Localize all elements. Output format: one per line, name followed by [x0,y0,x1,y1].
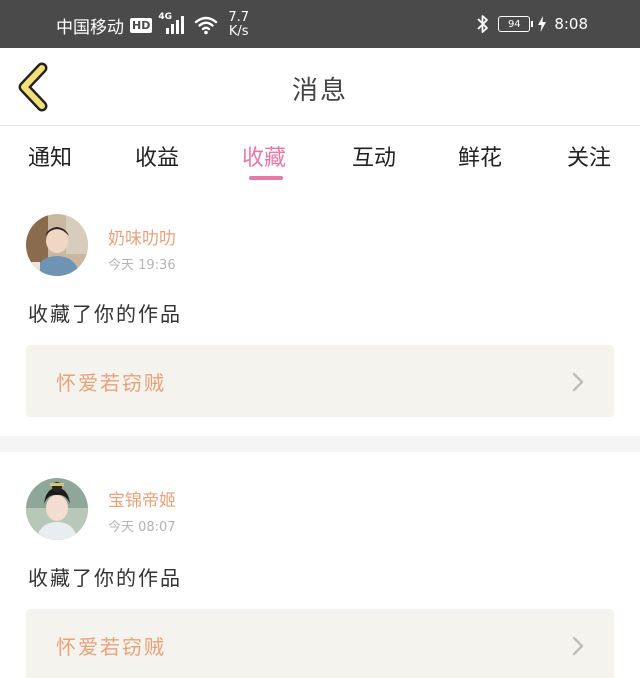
active-tab-indicator [249,176,283,180]
network-speed-unit: K/s [228,24,249,39]
work-title: 怀爱若窃贼 [56,635,166,659]
tab-interactions[interactable]: 互动 [352,140,396,172]
network-speed: 7.7 K/s [228,11,249,39]
work-link[interactable]: 怀爱若窃贼 [26,345,614,417]
carrier-label: 中国移动 [56,17,124,38]
work-title: 怀爱若窃贼 [56,371,166,395]
message-card: 宝锦帝姬 今天 08:07 收藏了你的作品 怀爱若窃贼 [0,452,640,678]
avatar[interactable] [26,478,88,540]
user-name[interactable]: 宝锦帝姬 [108,486,176,511]
hd-icon: HD [130,17,153,33]
action-text: 收藏了你的作品 [28,566,182,590]
tab-notifications[interactable]: 通知 [28,140,72,172]
tab-favorites[interactable]: 收藏 [242,140,286,172]
avatar-image [26,214,88,276]
chevron-right-icon [572,636,584,656]
card-divider [0,436,640,452]
bluetooth-icon [477,15,489,33]
wifi-icon [195,16,218,35]
status-bar-right: 94 8:08 [476,13,588,35]
message-card: 奶味叻叻 今天 19:36 收藏了你的作品 怀爱若窃贼 [0,186,640,436]
page-header: 消息 [0,48,640,126]
signal-icon: 4G [158,12,188,36]
avatar[interactable] [26,214,88,276]
battery-icon: 94 [498,16,534,32]
tab-earnings[interactable]: 收益 [135,140,179,172]
user-name[interactable]: 奶味叻叻 [108,224,176,249]
page-title: 消息 [291,76,348,106]
status-bar: 中国移动 HD 4G 7.7 K/s 94 8:08 [0,0,640,48]
message-tabs: 通知 收益 收藏 互动 鲜花 关注 [0,126,640,186]
message-time: 今天 19:36 [108,258,176,273]
battery-level: 94 [507,18,521,30]
network-speed-value: 7.7 [228,10,250,25]
work-link[interactable]: 怀爱若窃贼 [26,609,614,678]
avatar-image [26,478,88,540]
message-time: 今天 08:07 [108,520,176,535]
action-text: 收藏了你的作品 [28,302,182,326]
tab-flowers[interactable]: 鲜花 [458,140,502,172]
status-bar-left: 中国移动 HD 4G 7.7 K/s [56,11,249,39]
clock-time: 8:08 [554,15,588,33]
tab-following[interactable]: 关注 [567,140,611,172]
charging-icon [538,16,547,32]
chevron-right-icon [572,372,584,392]
